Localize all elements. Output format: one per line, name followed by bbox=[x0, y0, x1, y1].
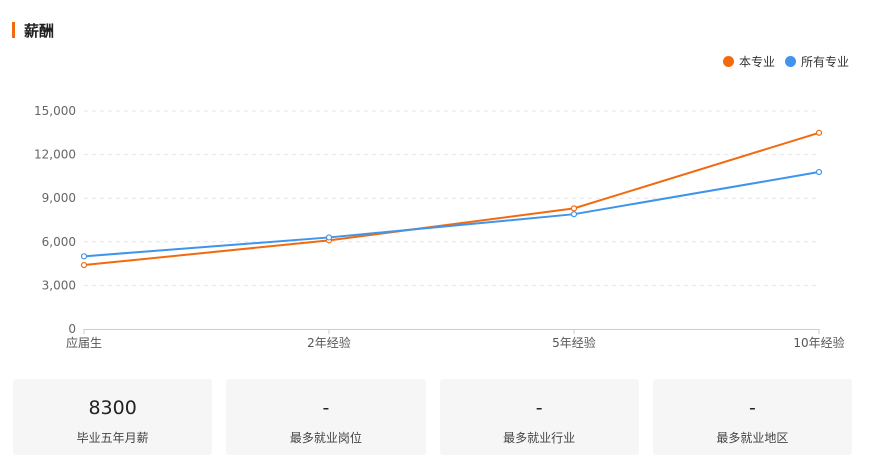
stat-card-salary: 8300 毕业五年月薪 bbox=[13, 379, 213, 455]
series-line-0 bbox=[83, 131, 820, 267]
stat-label: 毕业五年月薪 bbox=[76, 431, 149, 445]
x-tick-label: 5年经验 bbox=[552, 335, 596, 350]
stat-value: - bbox=[535, 397, 543, 419]
x-tick-label: 应届生 bbox=[66, 335, 102, 350]
y-tick-label: 6,000 bbox=[42, 235, 76, 249]
x-tick-label: 2年经验 bbox=[307, 335, 351, 350]
y-tick-label: 9,000 bbox=[42, 191, 76, 205]
stat-card-industry: - 最多就业行业 bbox=[439, 379, 639, 455]
salary-line-chart: 0 3,000 6,000 9,000 12,000 15,000 应届生 2年经验 5年经验 1… bbox=[34, 104, 845, 350]
stat-label: 最多就业岗位 bbox=[289, 431, 362, 445]
stat-label: 最多就业地区 bbox=[716, 431, 789, 445]
stat-value: - bbox=[748, 397, 756, 419]
series-point-0 bbox=[570, 205, 578, 212]
stat-value: - bbox=[322, 397, 330, 419]
stat-label: 最多就业行业 bbox=[503, 431, 576, 445]
series-point-0 bbox=[80, 261, 88, 269]
series-point-1 bbox=[815, 168, 823, 176]
stat-card-region: - 最多就业地区 bbox=[652, 379, 852, 455]
x-tick-label: 10年经验 bbox=[793, 335, 844, 350]
y-tick-label: 12,000 bbox=[34, 148, 76, 162]
series-line-1 bbox=[83, 171, 820, 258]
stat-card-position: - 最多就业岗位 bbox=[226, 379, 426, 455]
y-tick-label: 15,000 bbox=[34, 104, 76, 118]
series-point-0 bbox=[815, 129, 823, 136]
stat-value: 8300 bbox=[88, 397, 137, 419]
y-tick-label: 0 bbox=[68, 322, 76, 336]
stats-cards: 8300 毕业五年月薪 - 最多就业岗位 - 最多就业行业 - 最多就业地区 bbox=[13, 379, 852, 455]
series-point-1 bbox=[325, 234, 333, 241]
y-tick-label: 3,000 bbox=[42, 278, 76, 292]
series-point-1 bbox=[570, 211, 578, 218]
series-point-1 bbox=[80, 253, 88, 260]
